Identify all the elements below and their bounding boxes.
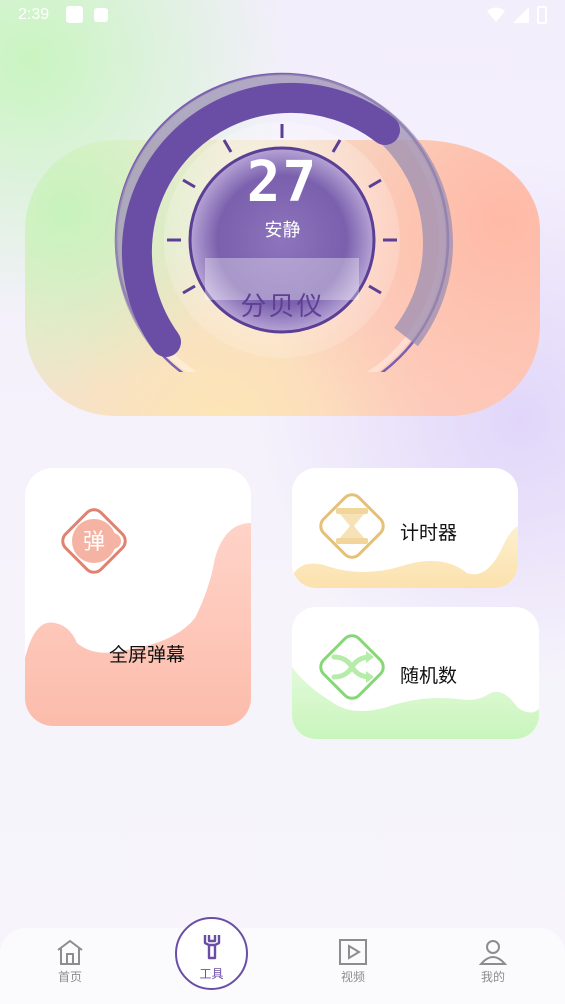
random-number-label: 随机数	[400, 665, 458, 687]
nav-home-label: 首页	[57, 970, 82, 984]
signal-icon	[513, 7, 529, 23]
shuffle-icon	[319, 634, 385, 700]
bottom-navigation: 首页 视频 我的	[0, 928, 565, 1004]
danmu-label: 全屏弹幕	[109, 644, 186, 666]
fullscreen-danmu-card[interactable]: 弹 全屏弹幕	[25, 468, 251, 726]
nav-video[interactable]: 视频	[308, 928, 398, 985]
decibel-meter-title: 分贝仪	[240, 292, 325, 322]
profile-icon	[478, 940, 508, 965]
danmu-badge-icon: 弹	[61, 508, 127, 574]
wifi-icon	[487, 7, 505, 22]
status-bar: 2:39	[0, 0, 565, 32]
nav-mine-label: 我的	[480, 970, 505, 984]
play-icon	[339, 939, 367, 965]
svg-text:弹: 弹	[83, 530, 105, 555]
timer-card[interactable]: 计时器	[292, 468, 518, 588]
nav-home[interactable]: 首页	[25, 928, 115, 985]
decibel-value: 27	[246, 150, 319, 215]
noise-level-label: 安静	[264, 220, 301, 241]
nav-mine[interactable]: 我的	[448, 928, 538, 985]
battery-icon	[537, 6, 547, 24]
hourglass-icon	[319, 493, 385, 559]
nav-tools[interactable]: 工具	[175, 917, 248, 990]
nav-tools-label: 工具	[199, 967, 224, 981]
home-icon	[57, 939, 83, 965]
nav-video-label: 视频	[340, 970, 365, 984]
app-notification-icon	[94, 8, 108, 22]
notification-icon	[66, 6, 83, 23]
status-time: 2:39	[18, 6, 50, 23]
random-number-card[interactable]: 随机数	[292, 607, 539, 739]
wrench-icon	[203, 935, 220, 960]
timer-label: 计时器	[400, 522, 458, 544]
